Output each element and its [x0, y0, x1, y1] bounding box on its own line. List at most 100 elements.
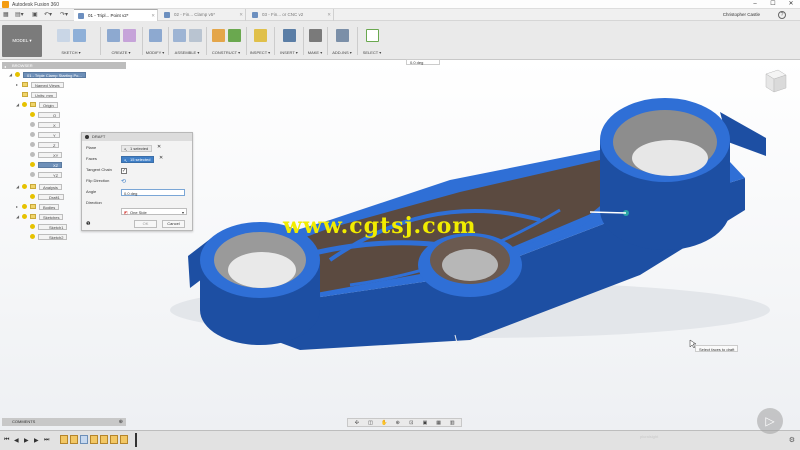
display-settings-icon[interactable]: ▣ [422, 420, 428, 426]
step-back-icon[interactable]: ◀ [14, 437, 19, 444]
visibility-icon[interactable] [15, 72, 20, 77]
direction-select[interactable]: ◩ One Side ▾ [121, 208, 187, 215]
draft-dialog-header[interactable]: DRAFT [82, 133, 192, 141]
tree-item[interactable]: ◢ Origin [16, 101, 58, 108]
flip-icon[interactable]: ⟲ [121, 179, 126, 185]
angle-readout[interactable]: 0.0 deg [406, 59, 440, 65]
create-group[interactable]: CREATE ▾ [104, 24, 138, 58]
redo-icon[interactable]: ↷▾ [60, 11, 68, 19]
tree-item[interactable]: YZ [30, 171, 63, 178]
timeline-marker[interactable] [135, 433, 137, 447]
clear-faces-icon[interactable]: ✕ [159, 155, 163, 161]
close-tab-icon[interactable]: ✕ [239, 12, 243, 18]
tangent-chain-checkbox[interactable]: ✓ [121, 167, 127, 174]
add-ins-group[interactable]: ADD-INS ▾ [329, 24, 355, 58]
comments-panel[interactable]: COMMENTS ⊕ [2, 418, 126, 426]
insert-group[interactable]: INSERT ▾ [277, 24, 301, 58]
timeline-feature[interactable] [70, 435, 78, 444]
play-icon[interactable]: ▶ [24, 437, 29, 444]
file-menu-icon[interactable]: ▤▾ [15, 11, 24, 19]
tree-item[interactable]: Units: mm [22, 91, 57, 98]
visibility-icon[interactable] [30, 194, 35, 199]
timeline-feature[interactable] [90, 435, 98, 444]
visibility-icon[interactable] [22, 204, 27, 209]
data-panel-icon[interactable]: ▦ [3, 11, 9, 19]
view-cube[interactable] [760, 66, 790, 96]
visibility-icon[interactable] [22, 184, 27, 189]
go-to-start-icon[interactable]: ⏮ [4, 437, 9, 444]
orbit-icon[interactable]: ✣ [354, 420, 360, 426]
viewports-icon[interactable]: ▥ [449, 420, 455, 426]
sketch-group[interactable]: SKETCH ▾ [55, 24, 87, 58]
angle-input[interactable]: 0.0 deg [121, 189, 185, 196]
info-icon[interactable]: ❶ [86, 221, 90, 227]
close-window-button[interactable]: ✕ [782, 0, 800, 9]
tree-item[interactable]: XZ [30, 161, 63, 168]
go-to-end-icon[interactable]: ⏭ [44, 437, 49, 444]
faces-selector[interactable]: ↖ 15 selected [121, 156, 155, 163]
make-group[interactable]: MAKE ▾ [305, 24, 325, 58]
timeline-feature[interactable] [110, 435, 118, 444]
visibility-icon[interactable] [30, 234, 35, 239]
browser-header[interactable]: ◂ BROWSER [2, 62, 126, 69]
tree-item[interactable]: Draft1 [30, 193, 64, 200]
user-name[interactable]: Christopher Castle [723, 12, 760, 17]
tree-item[interactable]: ▸ Named Views [16, 81, 64, 88]
visibility-icon[interactable] [30, 132, 35, 137]
inspect-group[interactable]: INSPECT ▾ [248, 24, 272, 58]
assemble-group[interactable]: ASSEMBLE ▾ [170, 24, 204, 58]
tree-item[interactable]: X [30, 121, 60, 128]
grid-icon[interactable]: ▦ [436, 420, 442, 426]
undo-icon[interactable]: ↶▾ [44, 11, 52, 19]
cancel-button[interactable]: Cancel [162, 220, 185, 228]
fit-icon[interactable]: ⊡ [408, 420, 414, 426]
select-group[interactable]: SELECT ▾ [359, 24, 385, 58]
pan-icon[interactable]: ✋ [381, 420, 387, 426]
draft-direction-arrow[interactable] [589, 211, 627, 214]
tree-item[interactable]: ▸ Bodies [16, 203, 60, 210]
visibility-icon[interactable] [30, 172, 35, 177]
tree-item[interactable]: Sketch2 [30, 233, 68, 240]
visibility-icon[interactable] [30, 162, 35, 167]
flip-direction-button[interactable]: ⟲ [121, 178, 126, 185]
tree-item[interactable]: Z [30, 141, 60, 148]
tree-item[interactable]: Sketch1 [30, 223, 68, 230]
timeline-feature[interactable] [80, 435, 88, 444]
visibility-icon[interactable] [22, 102, 27, 107]
visibility-icon[interactable] [30, 112, 35, 117]
visibility-icon[interactable] [30, 152, 35, 157]
tree-item[interactable]: ◢ Sketches [16, 213, 64, 220]
gear-icon[interactable]: ⚙ [789, 436, 795, 444]
look-at-icon[interactable]: ◫ [367, 420, 373, 426]
ok-button[interactable]: OK [134, 220, 157, 228]
help-icon[interactable]: ? [778, 11, 786, 19]
step-forward-icon[interactable]: ▶ [34, 437, 39, 444]
tree-item[interactable]: Y [30, 131, 60, 138]
maximize-button[interactable]: ☐ [764, 0, 782, 9]
tree-item[interactable]: O [30, 111, 61, 118]
visibility-icon[interactable] [30, 122, 35, 127]
checkbox-checked-icon[interactable]: ✓ [121, 168, 127, 174]
visibility-icon[interactable] [22, 214, 27, 219]
root-component[interactable]: 01 - Triple Clamp Starting Po... [23, 71, 86, 78]
minimize-button[interactable]: – [746, 0, 764, 9]
workspace-switcher[interactable]: MODEL ▾ [2, 25, 42, 57]
visibility-icon[interactable] [30, 224, 35, 229]
plane-selector[interactable]: ↖ 1 selected [121, 145, 153, 152]
zoom-icon[interactable]: ⊕ [395, 420, 401, 426]
timeline-feature[interactable] [100, 435, 108, 444]
tree-item[interactable]: XY [30, 151, 63, 158]
tree-item[interactable]: ◢ Analysis [16, 183, 62, 190]
tree-root[interactable]: ◢ 01 - Triple Clamp Starting Po... [9, 71, 86, 78]
timeline-feature[interactable] [60, 435, 68, 444]
clear-plane-icon[interactable]: ✕ [157, 144, 161, 150]
group-label: INSERT ▾ [280, 50, 298, 55]
timeline-feature[interactable] [120, 435, 128, 444]
modify-group[interactable]: MODIFY ▾ [144, 24, 166, 58]
collapse-icon[interactable]: ◂ [4, 63, 6, 70]
add-comment-icon[interactable]: ⊕ [119, 418, 123, 426]
visibility-icon[interactable] [30, 142, 35, 147]
save-icon[interactable]: ▣ [32, 11, 38, 19]
construct-group[interactable]: CONSTRUCT ▾ [208, 24, 244, 58]
close-tab-icon[interactable]: ✕ [327, 12, 331, 18]
